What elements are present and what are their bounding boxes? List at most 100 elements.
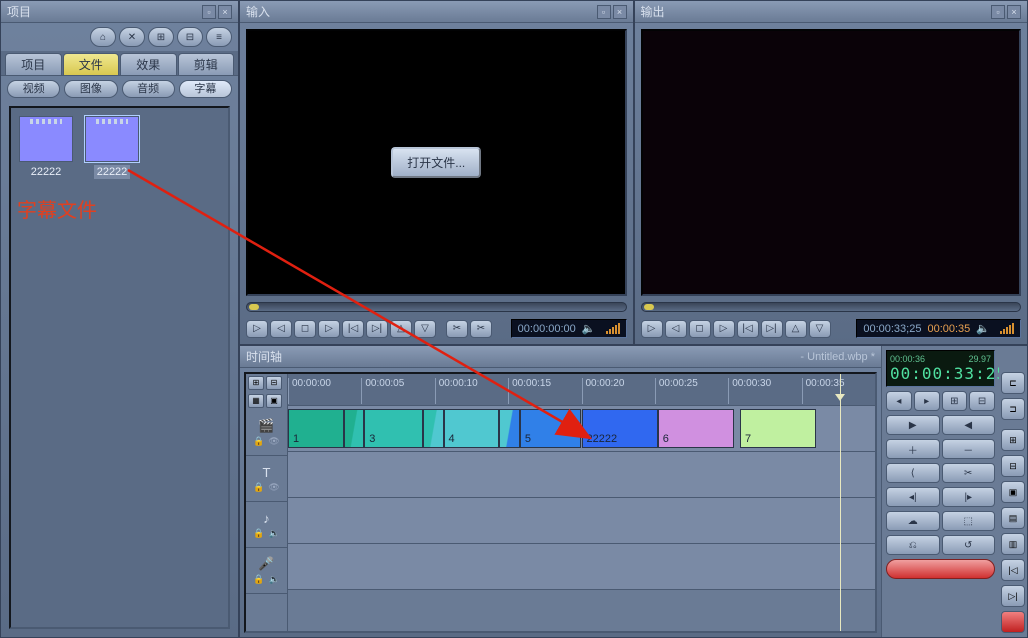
- side-1[interactable]: ⊏: [1001, 372, 1025, 394]
- side-8[interactable]: |◁: [1001, 559, 1025, 581]
- audio2-track-head[interactable]: 🎤🔒🔈: [246, 548, 287, 594]
- dock-icon[interactable]: ▫: [991, 5, 1005, 19]
- lock-icon[interactable]: 🔒: [253, 528, 264, 539]
- subtab-video[interactable]: 视频: [7, 80, 60, 98]
- lock-icon[interactable]: 🔒: [253, 482, 264, 493]
- clip[interactable]: [499, 409, 520, 448]
- undo-btn[interactable]: ↺: [942, 535, 996, 555]
- tool-1[interactable]: ⊞: [248, 376, 264, 390]
- next-frame-btn[interactable]: ▷|: [366, 320, 388, 338]
- clip[interactable]: [344, 409, 365, 448]
- side-2[interactable]: ⊐: [1001, 398, 1025, 420]
- record-button[interactable]: [886, 559, 995, 579]
- prev-frame-btn[interactable]: |◁: [737, 320, 759, 338]
- speaker-icon[interactable]: 🔈: [582, 322, 596, 335]
- video-track[interactable]: 13452222267: [288, 406, 875, 452]
- title-track-head[interactable]: T🔒👁: [246, 456, 287, 502]
- side-5[interactable]: ▣: [1001, 481, 1025, 503]
- subtab-image[interactable]: 图像: [64, 80, 117, 98]
- stop-btn[interactable]: ◀: [942, 415, 996, 435]
- dock-icon[interactable]: ▫: [202, 5, 216, 19]
- trim-r-btn[interactable]: |▸: [942, 487, 996, 507]
- close-icon[interactable]: ×: [1007, 5, 1021, 19]
- file-area[interactable]: 22222 22222 字幕文件: [9, 106, 230, 629]
- play-btn[interactable]: ▷: [246, 320, 268, 338]
- subtab-audio[interactable]: 音频: [122, 80, 175, 98]
- zoom-in-btn[interactable]: ＋: [886, 439, 940, 459]
- mark-in-btn[interactable]: △: [390, 320, 412, 338]
- file-item-selected[interactable]: 22222: [85, 116, 139, 179]
- close-icon[interactable]: ×: [613, 5, 627, 19]
- play-btn[interactable]: ▶: [886, 415, 940, 435]
- tab-files[interactable]: 文件: [63, 53, 120, 75]
- tab-project[interactable]: 项目: [5, 53, 62, 75]
- output-scrubber[interactable]: [641, 302, 1022, 312]
- clip[interactable]: 1: [288, 409, 344, 448]
- file-item[interactable]: 22222: [19, 116, 73, 179]
- mark-in-btn[interactable]: △: [785, 320, 807, 338]
- next-frame-btn[interactable]: ▷|: [761, 320, 783, 338]
- playhead[interactable]: [840, 374, 841, 631]
- ff-btn[interactable]: ▷: [713, 320, 735, 338]
- tab-edit[interactable]: 剪辑: [178, 53, 235, 75]
- stop-btn[interactable]: ◻: [294, 320, 316, 338]
- trim-l-btn[interactable]: ◂|: [886, 487, 940, 507]
- play-btn[interactable]: ▷: [641, 320, 663, 338]
- side-7[interactable]: ▥: [1001, 533, 1025, 555]
- side-4[interactable]: ⊟: [1001, 455, 1025, 477]
- export-btn[interactable]: ⬚: [942, 511, 996, 531]
- side-9[interactable]: ▷|: [1001, 585, 1025, 607]
- cut-btn[interactable]: ✂: [942, 463, 996, 483]
- side-rec[interactable]: [1001, 611, 1025, 633]
- ungroup-btn[interactable]: ⊟: [177, 27, 203, 47]
- clip[interactable]: 7: [740, 409, 816, 448]
- tool-2[interactable]: ⊟: [266, 376, 282, 390]
- clip[interactable]: 5: [520, 409, 582, 448]
- sb-1[interactable]: ◂: [886, 391, 912, 411]
- eye-icon[interactable]: 👁: [268, 482, 279, 493]
- mark-out-btn[interactable]: ▽: [809, 320, 831, 338]
- list-btn[interactable]: ≡: [206, 27, 232, 47]
- render-btn[interactable]: ☁: [886, 511, 940, 531]
- cut-out-btn[interactable]: ✂: [470, 320, 492, 338]
- audio1-track-head[interactable]: ♪🔒🔈: [246, 502, 287, 548]
- close-icon[interactable]: ×: [218, 5, 232, 19]
- ff-btn[interactable]: ▷: [318, 320, 340, 338]
- prev-edit-btn[interactable]: ⟨: [886, 463, 940, 483]
- side-6[interactable]: ▤: [1001, 507, 1025, 529]
- video-track-head[interactable]: 🎬🔒👁: [246, 410, 287, 456]
- sb-3[interactable]: ⊞: [942, 391, 968, 411]
- clip[interactable]: 4: [444, 409, 500, 448]
- tool-3[interactable]: ▦: [248, 394, 264, 408]
- delete-btn[interactable]: ✕: [119, 27, 145, 47]
- speaker-icon[interactable]: 🔈: [976, 322, 990, 335]
- rewind-btn[interactable]: ◁: [665, 320, 687, 338]
- clip[interactable]: [423, 409, 444, 448]
- audio2-track[interactable]: [288, 544, 875, 590]
- time-ruler[interactable]: 00:00:0000:00:0500:00:1000:00:1500:00:20…: [288, 374, 875, 406]
- cut-in-btn[interactable]: ✂: [446, 320, 468, 338]
- clip[interactable]: 6: [658, 409, 734, 448]
- sb-2[interactable]: ▸: [914, 391, 940, 411]
- mute-icon[interactable]: 🔈: [269, 574, 280, 585]
- subtab-subtitle[interactable]: 字幕: [179, 80, 232, 98]
- dock-icon[interactable]: ▫: [597, 5, 611, 19]
- open-btn[interactable]: ⌂: [90, 27, 116, 47]
- mix-btn[interactable]: ⎌: [886, 535, 940, 555]
- rewind-btn[interactable]: ◁: [270, 320, 292, 338]
- title-track[interactable]: [288, 452, 875, 498]
- side-3[interactable]: ⊞: [1001, 429, 1025, 451]
- audio1-track[interactable]: [288, 498, 875, 544]
- clip[interactable]: 3: [364, 409, 423, 448]
- lock-icon[interactable]: 🔒: [253, 574, 264, 585]
- mark-out-btn[interactable]: ▽: [414, 320, 436, 338]
- group-btn[interactable]: ⊞: [148, 27, 174, 47]
- prev-frame-btn[interactable]: |◁: [342, 320, 364, 338]
- clip[interactable]: 22222: [582, 409, 658, 448]
- sb-4[interactable]: ⊟: [969, 391, 995, 411]
- open-file-button[interactable]: 打开文件...: [391, 147, 481, 178]
- stop-btn[interactable]: ◻: [689, 320, 711, 338]
- tool-4[interactable]: ▣: [266, 394, 282, 408]
- lock-icon[interactable]: 🔒: [253, 436, 264, 447]
- eye-icon[interactable]: 👁: [268, 436, 279, 447]
